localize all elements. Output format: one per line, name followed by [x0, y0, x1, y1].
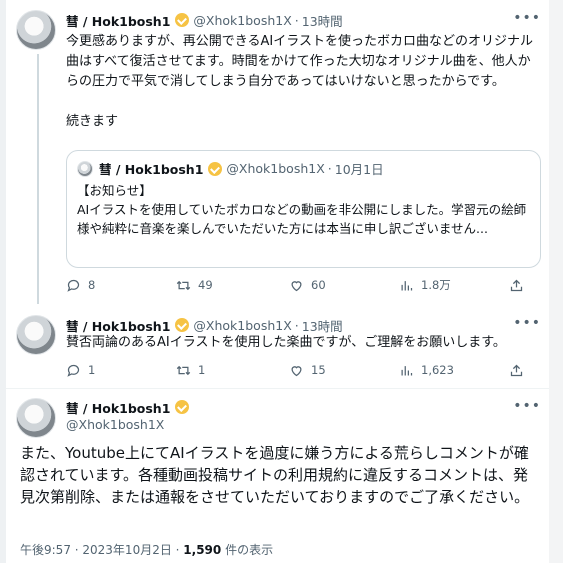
views-button[interactable]: 1.8万: [399, 277, 509, 293]
tweet-2[interactable]: 彗 / Hok1bosh1 @Xhok1bosh1X · 13時間 ••• 賛否…: [14, 315, 543, 383]
avatar[interactable]: [16, 10, 56, 50]
verified-icon: [208, 161, 223, 176]
quoted-display-name: 彗 / Hok1bosh1: [99, 162, 204, 177]
tweet-header: 彗 / Hok1bosh1 @Xhok1bosh1X: [66, 398, 193, 434]
action-bar: 1 1 15 1,623: [66, 360, 543, 380]
quoted-handle: @Xhok1bosh1X: [226, 161, 325, 176]
handle[interactable]: @Xhok1bosh1X: [66, 416, 193, 434]
like-button[interactable]: 15: [289, 363, 399, 378]
separator-dot: ·: [294, 317, 299, 333]
avatar[interactable]: [16, 315, 56, 355]
retweet-button[interactable]: 49: [176, 278, 289, 293]
more-icon[interactable]: •••: [513, 315, 541, 331]
verified-icon: [175, 318, 190, 332]
timestamp[interactable]: 13時間: [302, 11, 343, 30]
reply-count: 1: [88, 363, 96, 377]
quoted-tweet-header: 彗 / Hok1bosh1 @Xhok1bosh1X · 10月1日: [77, 159, 384, 178]
tweet-3-main[interactable]: 彗 / Hok1bosh1 @Xhok1bosh1X ••• また、Youtub…: [14, 398, 543, 558]
like-count: 15: [311, 363, 326, 377]
views-button[interactable]: 1,623: [399, 363, 509, 378]
divider: [6, 388, 549, 389]
display-name[interactable]: 彗 / Hok1bosh1: [66, 316, 170, 335]
reply-count: 8: [88, 278, 96, 292]
display-name[interactable]: 彗 / Hok1bosh1: [66, 11, 170, 30]
reply-button[interactable]: 1: [66, 363, 176, 378]
views-count: 1,623: [421, 363, 454, 377]
twitter-thread-page: 彗 / Hok1bosh1 @Xhok1bosh1X · 13時間 ••• 今更…: [0, 0, 563, 563]
tweet-header: 彗 / Hok1bosh1 @Xhok1bosh1X · 13時間: [66, 10, 543, 30]
views-label: 件の表示: [221, 543, 274, 557]
display-name[interactable]: 彗 / Hok1bosh1: [66, 398, 170, 417]
tweet-text: また、Youtube上にてAIイラストを過度に嫌う方による荒らしコメントが確認さ…: [20, 444, 530, 506]
reply-icon: [67, 364, 80, 377]
share-button[interactable]: [509, 363, 531, 378]
retweet-count: 1: [198, 363, 206, 377]
views-count: 1.8万: [421, 278, 451, 292]
like-count: 60: [311, 278, 326, 292]
left-edge: [0, 0, 6, 563]
more-icon[interactable]: •••: [513, 398, 541, 414]
avatar[interactable]: [16, 398, 56, 438]
share-button[interactable]: [509, 278, 531, 293]
verified-icon: [175, 400, 190, 414]
tweet-meta: 午後9:57 · 2023年10月2日 · 1,590 件の表示: [20, 541, 273, 558]
views-icon: [401, 365, 413, 375]
reply-icon: [67, 279, 80, 292]
tweet-text: 賛否両論のあるAIイラストを使用した楽曲ですが、ご理解をお願いします。: [66, 335, 506, 350]
reply-button[interactable]: 8: [66, 278, 176, 293]
action-bar: 8 49 60 1.8万: [66, 275, 543, 295]
share-icon: [510, 364, 523, 376]
separator-dot: ·: [294, 12, 299, 28]
quoted-tweet[interactable]: 彗 / Hok1bosh1 @Xhok1bosh1X · 10月1日 【お知らせ…: [66, 150, 541, 268]
quoted-text: 【お知らせ】 AIイラストを使用していたボカロなどの動画を非公開にしました。学習…: [77, 183, 527, 236]
tweet-1[interactable]: 彗 / Hok1bosh1 @Xhok1bosh1X · 13時間 ••• 今更…: [14, 10, 543, 304]
handle[interactable]: @Xhok1bosh1X: [193, 13, 291, 28]
retweet-icon: [176, 365, 191, 375]
post-timestamp[interactable]: 午後9:57 · 2023年10月2日 ·: [20, 543, 183, 557]
thread-line: [37, 54, 39, 304]
handle[interactable]: @Xhok1bosh1X: [193, 318, 291, 333]
retweet-button[interactable]: 1: [176, 363, 289, 378]
tweet-header: 彗 / Hok1bosh1 @Xhok1bosh1X · 13時間: [66, 315, 543, 335]
scrollbar-track[interactable]: [549, 0, 563, 563]
views-count: 1,590: [183, 543, 222, 557]
like-icon: [291, 365, 302, 376]
like-button[interactable]: 60: [289, 278, 399, 293]
separator-dot: ·: [327, 161, 332, 176]
views-icon: [401, 280, 413, 290]
share-icon: [510, 279, 523, 291]
verified-icon: [175, 13, 190, 27]
more-icon[interactable]: •••: [513, 10, 541, 26]
retweet-icon: [176, 280, 191, 290]
quoted-date: 10月1日: [334, 162, 384, 177]
retweet-count: 49: [198, 278, 213, 292]
tweet-text: 今更感ありますが、再公開できるAIイラストを使ったボカロ曲などのオリジナル曲はす…: [66, 34, 533, 129]
timestamp[interactable]: 13時間: [302, 316, 343, 335]
like-icon: [291, 280, 302, 291]
quoted-avatar: [77, 160, 93, 177]
